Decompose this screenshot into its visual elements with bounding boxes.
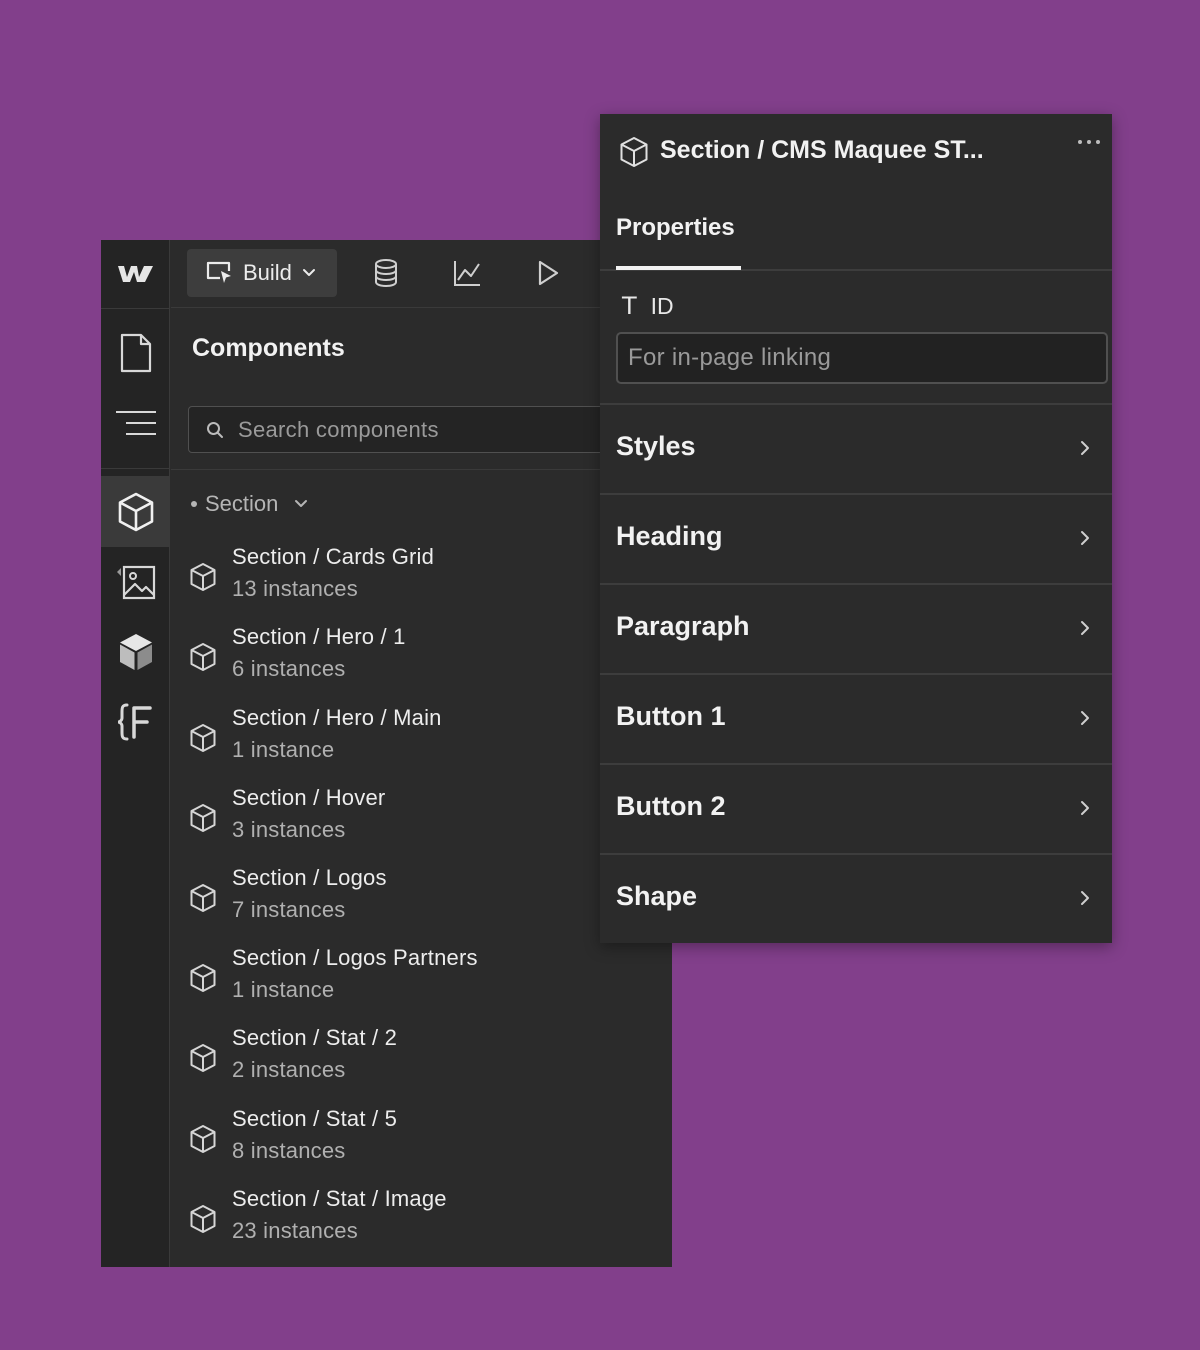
section-heading[interactable]: Heading <box>600 493 1112 583</box>
instance-count: 1 instance <box>232 977 335 1002</box>
component-name: Section / Logos <box>232 865 387 890</box>
chevron-right-icon <box>1080 890 1090 906</box>
variables-icon[interactable] <box>101 687 170 757</box>
components-title: Components <box>192 334 345 362</box>
panel-header: Section / CMS Maquee ST... <box>600 114 1112 190</box>
top-toolbar: Build <box>171 240 672 308</box>
components-icon[interactable] <box>101 476 170 547</box>
instance-count: 6 instances <box>232 656 346 681</box>
component-item[interactable]: Section / Hero / Main 1 instance <box>171 701 672 781</box>
chevron-down-icon <box>294 499 308 509</box>
search-placeholder: Search components <box>238 416 439 442</box>
id-input[interactable]: For in-page linking <box>616 332 1108 384</box>
component-name: Section / Stat / 2 <box>232 1025 398 1050</box>
more-options-icon[interactable] <box>1076 137 1102 147</box>
instance-count: 13 instances <box>232 576 358 601</box>
component-item[interactable]: Section / Stat / Image 23 instances <box>171 1182 672 1262</box>
section-label: Button 1 <box>616 701 726 731</box>
instance-count: 8 instances <box>232 1138 346 1163</box>
navigator-icon[interactable] <box>101 388 170 458</box>
assets-icon[interactable] <box>101 547 170 617</box>
component-item[interactable]: Section / Stat / 5 8 instances <box>171 1102 672 1182</box>
component-item[interactable]: Section / Logos 7 instances <box>171 861 672 941</box>
component-icon <box>619 136 649 168</box>
rail-divider <box>101 308 170 309</box>
chevron-right-icon <box>1080 530 1090 546</box>
component-name: Section / Cards Grid <box>232 544 435 569</box>
component-title: Section / CMS Maquee ST... <box>660 136 984 164</box>
cube-solid-icon[interactable] <box>101 617 170 687</box>
component-icon <box>189 642 217 672</box>
component-icon <box>189 963 217 993</box>
section-button-2[interactable]: Button 2 <box>600 763 1112 853</box>
component-icon <box>189 1043 217 1073</box>
section-label: Styles <box>616 431 696 461</box>
component-name: Section / Stat / 5 <box>232 1106 398 1131</box>
components-panel: Build Components Search components Secti… <box>101 240 672 1267</box>
line-chart-icon[interactable] <box>452 258 482 288</box>
icon-rail <box>101 240 170 1267</box>
section-group-toggle[interactable]: Section <box>191 488 308 520</box>
cursor-box-icon <box>205 260 233 286</box>
group-label: Section <box>205 491 279 516</box>
component-icon <box>189 803 217 833</box>
section-label: Paragraph <box>616 611 750 641</box>
component-name: Section / Hero / Main <box>232 705 442 730</box>
instance-count: 3 instances <box>232 817 346 842</box>
active-tab-indicator <box>616 266 741 270</box>
section-label: Shape <box>616 881 698 911</box>
rail-divider <box>101 468 170 469</box>
instance-count: 7 instances <box>232 897 346 922</box>
chevron-right-icon <box>1080 620 1090 636</box>
id-field-label: T ID <box>622 290 674 322</box>
component-icon <box>189 562 217 592</box>
section-label: Button 2 <box>616 791 726 821</box>
build-mode-button[interactable]: Build <box>187 249 337 297</box>
section-styles[interactable]: Styles <box>600 403 1112 493</box>
component-icon <box>189 1204 217 1234</box>
page-icon[interactable] <box>101 318 170 388</box>
component-properties-panel: Section / CMS Maquee ST... Properties T … <box>600 114 1112 943</box>
component-name: Section / Logos Partners <box>232 945 478 970</box>
tab-properties[interactable]: Properties <box>616 214 735 242</box>
chevron-down-icon <box>302 268 316 278</box>
chevron-right-icon <box>1080 710 1090 726</box>
chevron-right-icon <box>1080 800 1090 816</box>
section-paragraph[interactable]: Paragraph <box>600 583 1112 673</box>
database-icon[interactable] <box>373 258 399 288</box>
instance-count: 1 instance <box>232 737 335 762</box>
component-item[interactable]: Section / Hover 3 instances <box>171 781 672 861</box>
component-item[interactable]: Section / Logos Partners 1 instance <box>171 941 672 1021</box>
component-icon <box>189 1124 217 1154</box>
id-placeholder: For in-page linking <box>628 344 832 371</box>
section-button-1[interactable]: Button 1 <box>600 673 1112 763</box>
component-item[interactable]: Section / Stat / 2 2 instances <box>171 1021 672 1101</box>
component-icon <box>189 883 217 913</box>
component-item[interactable]: Section / Hero / 1 6 instances <box>171 620 672 700</box>
play-icon[interactable] <box>535 258 561 288</box>
component-icon <box>189 723 217 753</box>
id-label-text: ID <box>650 292 674 319</box>
build-label: Build <box>243 260 292 285</box>
component-name: Section / Hero / 1 <box>232 624 406 649</box>
instance-count: 2 instances <box>232 1057 346 1082</box>
chevron-right-icon <box>1080 440 1090 456</box>
group-dot <box>191 501 197 507</box>
component-name: Section / Hover <box>232 785 386 810</box>
section-shape[interactable]: Shape <box>600 853 1112 943</box>
divider <box>171 469 672 470</box>
text-type-icon: T <box>622 292 637 320</box>
instance-count: 23 instances <box>232 1218 358 1243</box>
component-name: Section / Stat / Image <box>232 1186 447 1211</box>
webflow-logo-icon[interactable] <box>101 240 170 308</box>
component-item[interactable]: Section / Cards Grid 13 instances <box>171 540 672 620</box>
search-icon <box>206 421 224 439</box>
section-label: Heading <box>616 521 723 551</box>
